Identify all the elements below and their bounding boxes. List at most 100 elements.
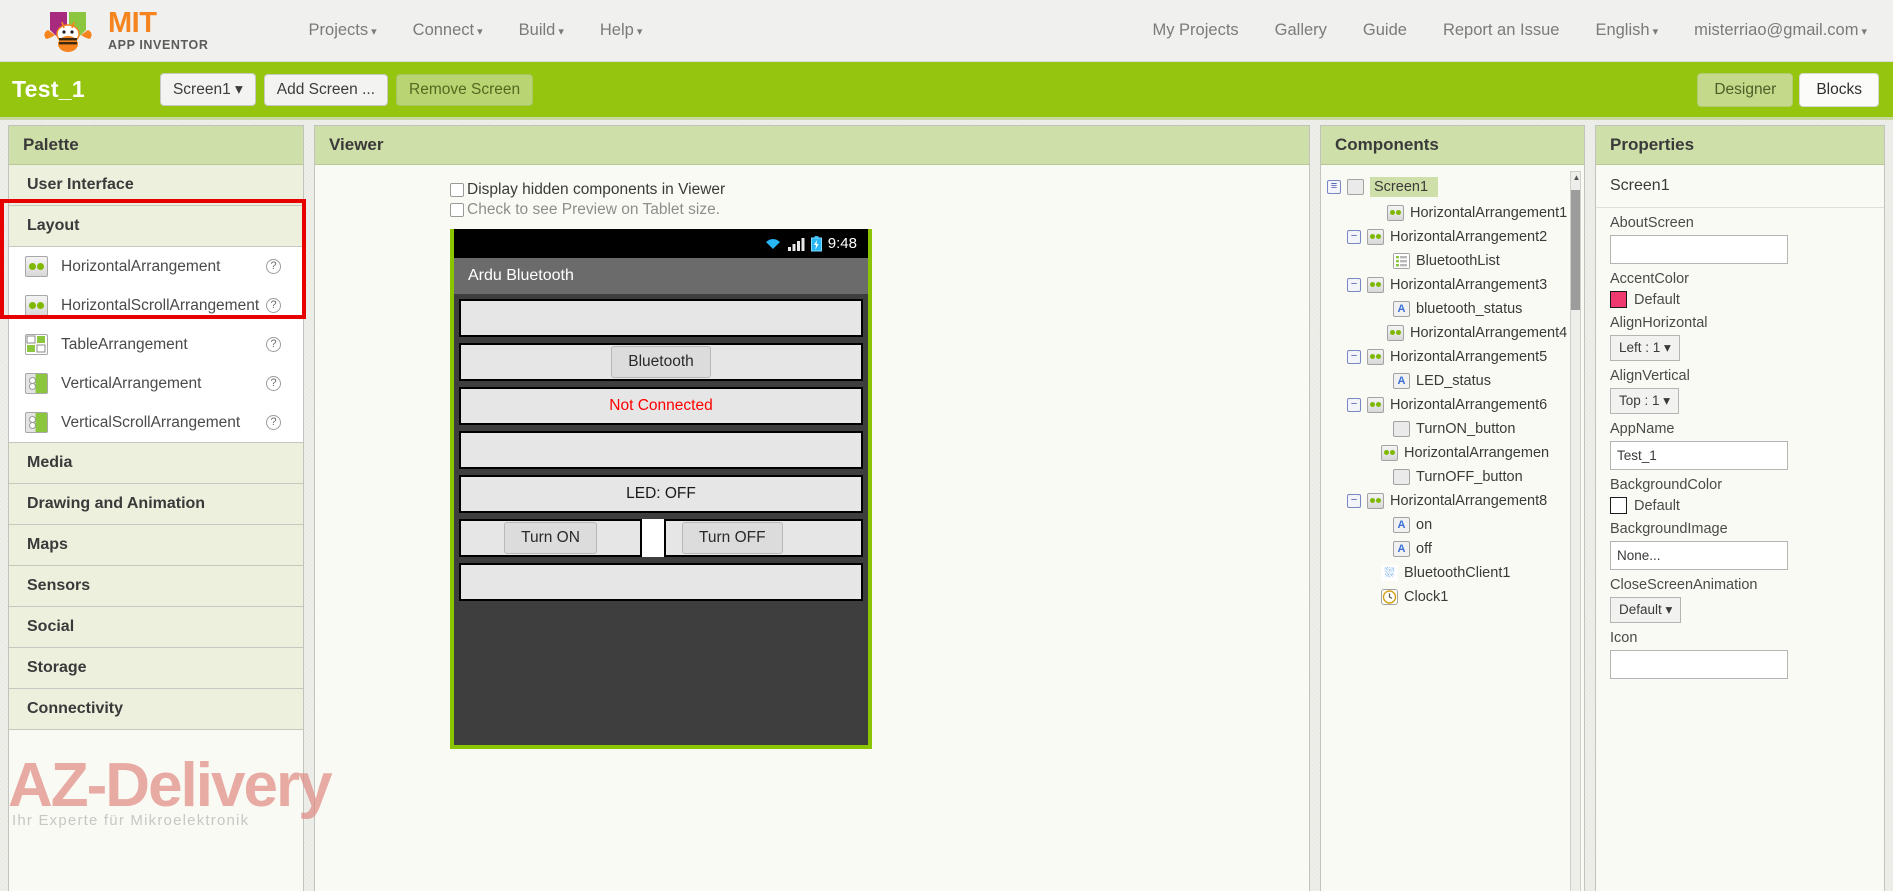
collapse-toggle-icon[interactable]: − (1347, 398, 1361, 412)
collapse-toggle-icon[interactable]: − (1347, 278, 1361, 292)
label-icon: A (1393, 301, 1410, 317)
tree-node-bluetooth-status[interactable]: A bluetooth_status (1321, 297, 1584, 321)
tree-node-horizontalarrangement6[interactable]: − HorizontalArrangement6 (1321, 393, 1584, 417)
tree-node-bluetoothlist[interactable]: BluetoothList (1321, 249, 1584, 273)
property-label: AlignVertical (1610, 368, 1870, 384)
color-swatch[interactable] (1610, 497, 1627, 514)
turn-on-cell: Turn ON (461, 522, 640, 554)
scrollbar-thumb[interactable] (1571, 190, 1580, 310)
user-account-menu[interactable]: misterriao@gmail.com▾ (1694, 21, 1867, 40)
palette-section-storage[interactable]: Storage (9, 648, 303, 689)
phone-status-bar: 9:48 (454, 229, 868, 258)
palette-section-drawing-and-animation[interactable]: Drawing and Animation (9, 484, 303, 525)
aboutscreen-input[interactable] (1610, 235, 1788, 264)
color-swatch[interactable] (1610, 291, 1627, 308)
help-icon[interactable]: ? (266, 376, 281, 391)
collapse-toggle-icon[interactable]: ≡ (1327, 180, 1341, 194)
alignvertical-select[interactable]: Top : 1 ▾ (1610, 388, 1679, 414)
phone-arrangement-4[interactable] (459, 431, 863, 469)
closescreenanimation-select[interactable]: Default ▾ (1610, 597, 1681, 623)
tree-node-horizontalarrangement1[interactable]: HorizontalArrangement1 (1321, 201, 1584, 225)
palette-item-verticalarrangement[interactable]: VerticalArrangement ? (9, 364, 303, 403)
mit-app-inventor-logo[interactable]: MIT APP INVENTOR (40, 8, 209, 54)
tree-node-clock1[interactable]: Clock1 (1321, 585, 1584, 609)
backgroundimage-input[interactable]: None... (1610, 541, 1788, 570)
link-gallery[interactable]: Gallery (1275, 21, 1327, 40)
spacer-arrangement[interactable] (640, 519, 666, 557)
chevron-down-icon: ▾ (1861, 26, 1867, 38)
help-icon[interactable]: ? (266, 298, 281, 313)
tree-node-screen1[interactable]: ≡ Screen1 (1321, 173, 1584, 201)
tree-node-on[interactable]: A on (1321, 513, 1584, 537)
help-icon[interactable]: ? (266, 415, 281, 430)
menu-projects[interactable]: Projects▾ (309, 21, 377, 40)
palette-item-tablearrangement[interactable]: TableArrangement ? (9, 325, 303, 364)
collapse-toggle-icon[interactable]: − (1347, 350, 1361, 364)
tree-node-horizontalarrangement4[interactable]: HorizontalArrangement4 (1321, 321, 1584, 345)
icon-input[interactable] (1610, 650, 1788, 679)
palette-section-user-interface[interactable]: User Interface (9, 165, 303, 206)
phone-arrangement-5[interactable]: LED: OFF (459, 475, 863, 513)
tree-node-off[interactable]: A off (1321, 537, 1584, 561)
tree-node-bluetoothclient1[interactable]: ⛆ BluetoothClient1 (1321, 561, 1584, 585)
designer-workspace: Palette User Interface Layout Horizontal… (0, 120, 1893, 891)
palette-item-horizontalarrangement[interactable]: HorizontalArrangement ? (9, 247, 303, 286)
properties-body: Screen1 AboutScreen AccentColor Default … (1596, 165, 1884, 679)
add-screen-button[interactable]: Add Screen ... (264, 74, 388, 106)
display-hidden-components-checkbox[interactable] (450, 183, 464, 197)
palette-section-maps[interactable]: Maps (9, 525, 303, 566)
accentcolor-picker[interactable]: Default (1610, 291, 1870, 308)
tree-node-turnoff-button[interactable]: TurnOFF_button (1321, 465, 1584, 489)
phone-arrangement-1[interactable] (459, 299, 863, 337)
appname-input[interactable]: Test_1 (1610, 441, 1788, 470)
harr-icon (1367, 397, 1384, 413)
screen-selector-dropdown[interactable]: Screen1 ▾ (160, 73, 256, 106)
backgroundcolor-picker[interactable]: Default (1610, 497, 1870, 514)
tablet-preview-checkbox[interactable] (450, 203, 464, 217)
menu-help[interactable]: Help▾ (600, 21, 642, 40)
bluetooth-list-button[interactable]: Bluetooth (611, 346, 711, 378)
help-icon[interactable]: ? (266, 259, 281, 274)
palette-item-verticalscrollarrangement[interactable]: VerticalScrollArrangement ? (9, 403, 303, 442)
alignhorizontal-select[interactable]: Left : 1 ▾ (1610, 335, 1680, 361)
phone-arrangement-2[interactable]: Bluetooth (459, 343, 863, 381)
menu-build[interactable]: Build▾ (519, 21, 564, 40)
link-guide[interactable]: Guide (1363, 21, 1407, 40)
tree-node-turnon-button[interactable]: TurnON_button (1321, 417, 1584, 441)
tree-node-horizontalarrangement3[interactable]: − HorizontalArrangement3 (1321, 273, 1584, 297)
tab-blocks[interactable]: Blocks (1799, 73, 1879, 107)
component-tree-scrollbar[interactable]: ▲ (1570, 171, 1581, 891)
logo-subtitle-text: APP INVENTOR (108, 39, 209, 52)
component-tree: ≡ Screen1 HorizontalArrangement1 − Horiz… (1321, 165, 1584, 891)
display-hidden-components-row[interactable]: Display hidden components in Viewer (450, 181, 1309, 199)
remove-screen-button[interactable]: Remove Screen (396, 74, 533, 106)
menu-connect[interactable]: Connect▾ (413, 21, 483, 40)
chevron-down-icon: ▾ (371, 26, 377, 38)
help-icon[interactable]: ? (266, 337, 281, 352)
collapse-toggle-icon[interactable]: − (1347, 494, 1361, 508)
tree-node-horizontalarrangement2[interactable]: − HorizontalArrangement2 (1321, 225, 1584, 249)
tablet-preview-row[interactable]: Check to see Preview on Tablet size. (450, 201, 1309, 219)
tree-node-led-status[interactable]: A LED_status (1321, 369, 1584, 393)
palette-section-media[interactable]: Media (9, 443, 303, 484)
palette-section-connectivity[interactable]: Connectivity (9, 689, 303, 730)
phone-arrangement-3[interactable]: Not Connected (459, 387, 863, 425)
tree-node-horizontalarrangement7[interactable]: HorizontalArrangemen (1321, 441, 1584, 465)
link-my-projects[interactable]: My Projects (1152, 21, 1238, 40)
link-report-an-issue[interactable]: Report an Issue (1443, 21, 1559, 40)
palette-item-horizontalscrollarrangement[interactable]: HorizontalScrollArrangement ? (9, 286, 303, 325)
palette-section-social[interactable]: Social (9, 607, 303, 648)
tab-designer[interactable]: Designer (1697, 73, 1793, 107)
turn-on-button[interactable]: Turn ON (504, 522, 597, 554)
phone-arrangement-6[interactable]: Turn ON Turn OFF (459, 519, 863, 557)
scroll-up-icon[interactable]: ▲ (1572, 173, 1581, 185)
phone-arrangement-8[interactable] (459, 563, 863, 601)
language-selector[interactable]: English▾ (1595, 21, 1658, 40)
collapse-toggle-icon[interactable]: − (1347, 230, 1361, 244)
palette-section-sensors[interactable]: Sensors (9, 566, 303, 607)
palette-section-layout[interactable]: Layout (9, 206, 303, 247)
tree-node-horizontalarrangement5[interactable]: − HorizontalArrangement5 (1321, 345, 1584, 369)
turn-off-button[interactable]: Turn OFF (682, 522, 783, 554)
phone-preview[interactable]: 9:48 Ardu Bluetooth Bluetooth Not Connec… (450, 229, 872, 749)
tree-node-horizontalarrangement8[interactable]: − HorizontalArrangement8 (1321, 489, 1584, 513)
